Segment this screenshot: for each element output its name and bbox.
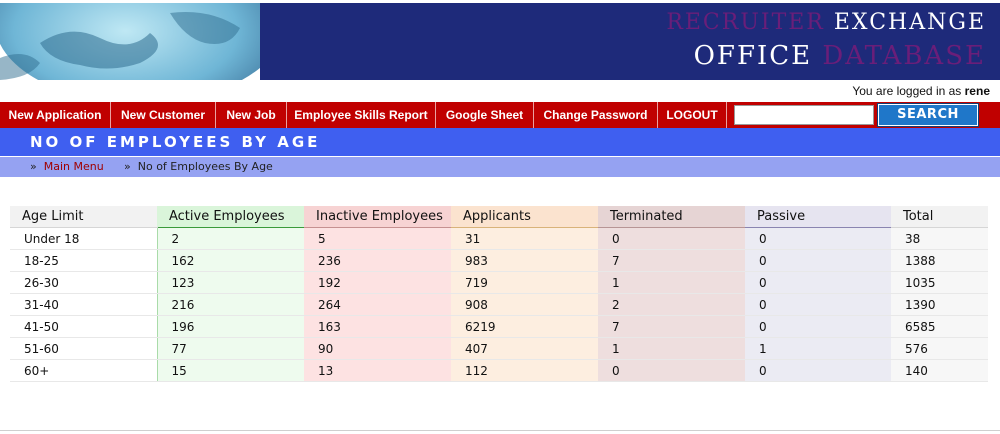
cell-inactive: 163 [304,315,451,338]
cell-total: 576 [891,337,988,360]
page-title-bar: NO OF EMPLOYEES BY AGE [0,128,1000,156]
brand-word-office: OFFICE [693,41,813,71]
breadcrumb-current: » No of Employees By Age [124,157,273,177]
cell-terminated: 1 [598,271,745,294]
breadcrumb-separator: » [124,160,131,173]
cell-inactive: 90 [304,337,451,360]
cell-active: 123 [156,271,304,294]
col-header-passive: Passive [745,206,891,228]
nav-new-customer[interactable]: New Customer [111,102,215,128]
search-button[interactable]: SEARCH [877,103,979,127]
cell-terminated: 7 [598,315,745,338]
search-input[interactable] [734,105,874,125]
cell-passive: 0 [745,359,891,382]
main-nav: New Application New Customer New Job Emp… [0,102,1000,128]
table-row: 31-40 216 264 908 2 0 1390 [10,293,988,316]
cell-age-limit: Under 18 [10,227,157,250]
cell-applicants: 983 [451,249,598,272]
cell-total: 140 [891,359,988,382]
col-header-active-employees: Active Employees [157,206,304,228]
brand-word-recruiter: RECRUITER [666,10,825,35]
cell-total: 1388 [891,249,988,272]
cell-age-limit: 18-25 [10,249,157,272]
cell-total: 1390 [891,293,988,316]
cell-active: 77 [156,337,304,360]
nav-new-application[interactable]: New Application [0,102,110,128]
cell-active: 162 [156,249,304,272]
table-row: Under 18 2 5 31 0 0 38 [10,227,988,250]
cell-active: 216 [156,293,304,316]
cell-terminated: 2 [598,293,745,316]
brand-word-exchange: EXCHANGE [833,10,986,35]
nav-new-job[interactable]: New Job [216,102,286,128]
nav-employee-skills-report[interactable]: Employee Skills Report [287,102,435,128]
footer-divider [0,430,1000,431]
col-header-age-limit: Age Limit [10,206,157,228]
cell-applicants: 908 [451,293,598,316]
nav-logout[interactable]: LOGOUT [658,102,726,128]
cell-age-limit: 31-40 [10,293,157,316]
header-banner: RECRUITER EXCHANGE OFFICE DATABASE [0,3,1000,80]
col-header-total: Total [891,206,988,228]
cell-applicants: 31 [451,227,598,250]
breadcrumb: » Main Menu » No of Employees By Age [0,157,1000,177]
table-row: 18-25 162 236 983 7 0 1388 [10,249,988,272]
cell-active: 196 [156,315,304,338]
page-title: NO OF EMPLOYEES BY AGE [30,133,321,151]
login-status: You are logged in as rene [0,82,1000,100]
cell-applicants: 112 [451,359,598,382]
cell-inactive: 236 [304,249,451,272]
cell-total: 1035 [891,271,988,294]
cell-inactive: 13 [304,359,451,382]
cell-age-limit: 41-50 [10,315,157,338]
nav-divider [726,102,727,128]
cell-passive: 0 [745,293,891,316]
cell-passive: 0 [745,315,891,338]
cell-total: 6585 [891,315,988,338]
cell-applicants: 6219 [451,315,598,338]
breadcrumb-separator: » [30,160,37,173]
cell-age-limit: 26-30 [10,271,157,294]
cell-inactive: 192 [304,271,451,294]
col-header-terminated: Terminated [598,206,745,228]
table-row: 60+ 15 13 112 0 0 140 [10,359,988,382]
nav-google-sheet[interactable]: Google Sheet [436,102,533,128]
cell-total: 38 [891,227,988,250]
cell-applicants: 407 [451,337,598,360]
cell-active: 15 [156,359,304,382]
employees-by-age-table: Age Limit Active Employees Inactive Empl… [10,206,988,382]
cell-passive: 0 [745,249,891,272]
globe-icon [0,3,282,80]
login-user: rene [964,84,990,98]
cell-terminated: 7 [598,249,745,272]
brand-word-database: DATABASE [822,41,986,71]
col-header-inactive-employees: Inactive Employees [304,206,451,228]
table-row: 51-60 77 90 407 1 1 576 [10,337,988,360]
col-header-applicants: Applicants [451,206,598,228]
cell-terminated: 0 [598,227,745,250]
cell-inactive: 5 [304,227,451,250]
breadcrumb-main-menu-link[interactable]: Main Menu [44,160,104,173]
nav-change-password[interactable]: Change Password [534,102,657,128]
cell-passive: 0 [745,271,891,294]
table-header-row: Age Limit Active Employees Inactive Empl… [10,206,988,228]
breadcrumb-main: » Main Menu [30,157,104,177]
login-prefix: You are logged in as [852,84,962,98]
cell-passive: 0 [745,227,891,250]
table-row: 26-30 123 192 719 1 0 1035 [10,271,988,294]
cell-terminated: 1 [598,337,745,360]
cell-age-limit: 51-60 [10,337,157,360]
cell-passive: 1 [745,337,891,360]
cell-active: 2 [156,227,304,250]
table-row: 41-50 196 163 6219 7 0 6585 [10,315,988,338]
cell-terminated: 0 [598,359,745,382]
cell-age-limit: 60+ [10,359,157,382]
cell-applicants: 719 [451,271,598,294]
breadcrumb-current-label: No of Employees By Age [137,160,273,173]
cell-inactive: 264 [304,293,451,316]
brand-logo: RECRUITER EXCHANGE OFFICE DATABASE [666,9,986,73]
